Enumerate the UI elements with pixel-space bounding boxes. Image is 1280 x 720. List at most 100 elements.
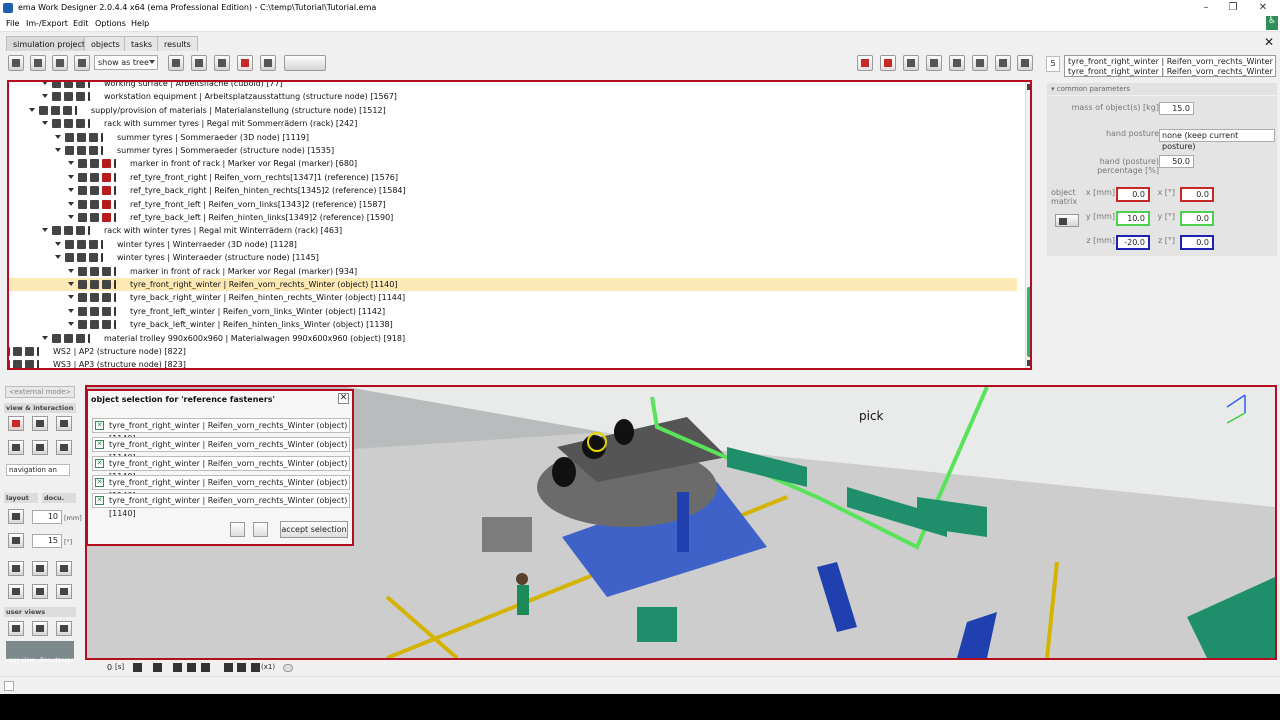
select-tool-icon[interactable] [8,416,24,431]
figure-icon[interactable] [114,320,118,330]
lock-icon[interactable] [9,347,10,356]
chevron-down-icon[interactable] [68,282,74,286]
z-mm-input[interactable]: -20.0 [1116,235,1150,250]
tree-scrollbar[interactable] [1025,82,1030,368]
selection-item[interactable]: ✕ tyre_front_right_winter | Reifen_vorn_… [92,493,350,518]
tree-row[interactable]: workstation equipment | Arbeitsplatzauss… [9,90,1017,103]
trash-icon[interactable] [903,55,919,71]
accept-selection-button[interactable]: accept selection [280,521,348,538]
chevron-down-icon[interactable] [68,161,74,166]
tree-row[interactable]: ref_tyre_back_left | Reifen_hinten_links… [9,211,1017,224]
tree-row[interactable]: tyre_back_left_winter | Reifen_hinten_li… [9,318,1017,331]
link-icon[interactable] [90,159,99,169]
realtime-icon[interactable] [237,663,246,672]
lock-icon[interactable] [9,360,10,368]
add-object-icon[interactable] [52,55,68,71]
menu-import-export[interactable]: Im-/Export [26,19,68,28]
close-dialog-button[interactable]: ✕ [338,393,349,404]
tree-row[interactable]: marker in front of rack | Marker vor Reg… [9,157,1017,170]
menu-edit[interactable]: Edit [73,19,89,28]
add-selection-icon[interactable] [230,522,245,537]
figure-icon[interactable] [101,239,105,249]
lock-icon[interactable] [78,186,87,196]
visibility-icon[interactable] [76,119,85,129]
tree-row[interactable]: supply/provision of materials | Material… [9,104,1017,117]
remove-item-icon[interactable]: ✕ [95,440,104,449]
chevron-down-icon[interactable] [68,174,74,179]
figure-icon[interactable] [37,360,41,368]
chevron-down-icon[interactable] [68,268,74,273]
visibility-icon[interactable] [102,159,111,169]
chevron-down-icon[interactable] [55,255,61,260]
z-deg-input[interactable]: 0.0 [1180,235,1214,250]
delete-object-icon[interactable] [857,55,873,71]
link-icon[interactable] [77,132,86,142]
y-deg-input[interactable]: 0.0 [1180,211,1214,226]
remove-item-icon[interactable]: ✕ [95,459,104,468]
lock-icon[interactable] [65,239,74,249]
link-icon[interactable] [90,213,99,222]
minimize-button[interactable]: – [1191,0,1221,16]
link-icon[interactable] [90,199,99,209]
tab-objects[interactable]: objects [84,36,127,51]
pan-view-icon[interactable] [56,416,72,431]
chevron-down-icon[interactable] [68,295,74,300]
tree-row[interactable]: ref_tyre_back_right | Reifen_hinten_rech… [9,184,1017,197]
rotate-object-icon[interactable] [8,584,24,599]
chevron-down-icon[interactable] [55,148,61,152]
figure-icon[interactable] [101,146,105,155]
close-project-icon[interactable]: ✕ [1264,35,1274,49]
link-icon[interactable] [90,172,99,182]
figure-icon[interactable] [114,159,118,169]
tree-row[interactable]: summer tyres | Sommeraeder (3D node) [11… [9,131,1017,144]
figure-icon[interactable] [114,306,118,316]
lock-icon[interactable] [78,172,87,182]
info-icon[interactable] [972,55,988,71]
y-mm-input[interactable]: 10.0 [1116,211,1150,226]
hierarchy-icon[interactable] [8,55,24,71]
link-icon[interactable] [13,347,22,356]
selection-item[interactable]: ✕ tyre_front_right_winter | Reifen_vorn_… [92,418,350,443]
chevron-down-icon[interactable] [42,228,48,233]
visibility-icon[interactable] [102,320,111,330]
figure-icon[interactable] [101,132,105,142]
scroll-thumb[interactable] [1027,287,1030,357]
link-icon[interactable] [90,186,99,196]
lock-icon[interactable] [52,119,61,129]
link-icon[interactable] [77,146,86,155]
link-icon[interactable] [13,360,22,368]
accessibility-icon[interactable]: ♿ [1266,16,1278,30]
figure-icon[interactable] [114,266,118,276]
tree-row[interactable]: tyre_front_left_winter | Reifen_vorn_lin… [9,305,1017,318]
add-node-icon[interactable] [191,55,207,71]
lock-icon[interactable] [52,82,61,88]
skip-back-icon[interactable] [133,663,142,672]
tree-row[interactable]: material trolley 990x600x960 | Materialw… [9,332,1017,345]
lock-icon[interactable] [52,92,61,102]
step-rotate-icon[interactable] [8,533,24,548]
document-icon[interactable] [926,55,942,71]
lock-icon[interactable] [39,105,48,115]
figure-icon[interactable] [88,119,92,129]
x-mm-input[interactable]: 0.0 [1116,187,1150,202]
skip-forward-icon[interactable] [173,663,182,672]
glasses-icon[interactable] [32,440,48,455]
tree-row[interactable]: winter tyres | Winterraeder (3D node) [1… [9,238,1017,251]
tab-results[interactable]: results [157,36,198,51]
view-reset-icon[interactable] [32,621,48,636]
tree-row[interactable]: rack with winter tyres | Regal mit Winte… [9,224,1017,237]
link-icon[interactable] [64,226,73,236]
visibility-icon[interactable] [76,92,85,102]
link-icon[interactable] [64,333,73,343]
figure-icon[interactable] [114,213,118,222]
tree-view-select[interactable]: show as tree [94,55,158,70]
visibility-icon[interactable] [25,347,34,356]
tree-row[interactable]: summer tyres | Sommeraeder (structure no… [9,144,1017,157]
play-icon[interactable] [153,663,162,672]
chevron-down-icon[interactable] [68,322,74,327]
tab-simulation-project[interactable]: simulation project [6,36,93,51]
add-worker-icon[interactable] [30,55,46,71]
layers-icon[interactable] [995,55,1011,71]
rotate-view-icon[interactable] [32,416,48,431]
figure-icon[interactable] [114,293,118,303]
